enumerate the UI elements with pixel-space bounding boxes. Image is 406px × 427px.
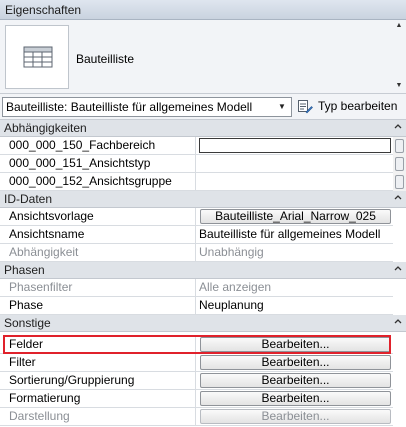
schedule-table-icon — [5, 25, 69, 89]
property-name: Sortierung/Gruppierung — [0, 372, 196, 389]
instance-dropdown[interactable]: Bauteilliste: Bauteilliste für allgemein… — [2, 97, 292, 117]
property-value: Alle anzeigen — [199, 280, 272, 294]
property-name: Ansichtsvorlage — [0, 208, 196, 225]
chevron-down-icon[interactable]: ▼ — [275, 100, 289, 114]
row-scrollbar-thumb[interactable] — [395, 175, 404, 189]
group-header-other[interactable]: Sonstige — [0, 315, 406, 332]
properties-grid: Abhängigkeiten 000_000_150_Fachbereich 0… — [0, 120, 406, 427]
property-name: Filter — [0, 354, 196, 371]
property-name: Felder — [0, 336, 196, 353]
row-scrollbar-thumb[interactable] — [395, 139, 404, 153]
property-row: Darstellung Bearbeiten... — [0, 408, 393, 426]
type-name: Bauteilliste — [76, 52, 135, 66]
group-label: Phasen — [4, 263, 45, 277]
property-row[interactable]: Ansichtsvorlage Bauteilliste_Arial_Narro… — [0, 208, 393, 226]
property-value[interactable]: Neuplanung — [196, 297, 393, 314]
type-selector-panel[interactable]: Bauteilliste ▲ ▼ — [0, 20, 406, 94]
property-row: Phasenfilter Alle anzeigen — [0, 279, 393, 297]
appearance-edit-button: Bearbeiten... — [200, 409, 391, 424]
property-row[interactable]: 000_000_150_Fachbereich — [0, 137, 393, 155]
type-selector-scrollbar[interactable]: ▲ ▼ — [394, 22, 404, 90]
instance-dropdown-value: Bauteilliste: Bauteilliste für allgemein… — [6, 100, 253, 114]
property-name: Phasenfilter — [0, 279, 196, 296]
scroll-up-icon[interactable]: ▲ — [394, 22, 404, 30]
group-header-phasing[interactable]: Phasen — [0, 262, 406, 279]
collapse-chevron-icon[interactable] — [394, 318, 402, 326]
property-row[interactable]: Phase Neuplanung — [0, 297, 393, 315]
sorting-grouping-edit-button[interactable]: Bearbeiten... — [200, 373, 391, 388]
property-name: Abhängigkeit — [0, 244, 196, 261]
collapse-chevron-icon[interactable] — [394, 265, 402, 273]
property-value-input[interactable] — [199, 138, 391, 153]
edit-type-icon — [298, 100, 313, 114]
property-row[interactable]: Formatierung Bearbeiten... — [0, 390, 393, 408]
property-name: Darstellung — [0, 408, 196, 425]
collapse-chevron-icon[interactable] — [394, 194, 402, 202]
fields-edit-button[interactable]: Bearbeiten... — [200, 337, 391, 352]
property-value[interactable] — [196, 173, 393, 190]
property-row[interactable]: Felder Bearbeiten... — [0, 336, 393, 354]
property-row[interactable]: Sortierung/Gruppierung Bearbeiten... — [0, 372, 393, 390]
property-row[interactable]: Filter Bearbeiten... — [0, 354, 393, 372]
property-name: Phase — [0, 297, 196, 314]
group-header-dependencies[interactable]: Abhängigkeiten — [0, 120, 406, 137]
property-name: 000_000_152_Ansichtsgruppe — [0, 173, 196, 190]
edit-type-button[interactable]: Typ bearbeiten — [297, 97, 403, 117]
properties-titlebar: Eigenschaften — [0, 0, 406, 20]
collapse-chevron-icon[interactable] — [394, 123, 402, 131]
group-label: Abhängigkeiten — [4, 121, 87, 135]
property-value[interactable] — [196, 155, 393, 172]
property-value[interactable]: Bauteilliste für allgemeines Modell — [196, 226, 393, 243]
property-row: Abhängigkeit Unabhängig — [0, 244, 393, 262]
group-label: ID-Daten — [4, 192, 53, 206]
property-name: Formatierung — [0, 390, 196, 407]
property-row[interactable]: 000_000_151_Ansichtstyp — [0, 155, 393, 173]
property-name: 000_000_151_Ansichtstyp — [0, 155, 196, 172]
property-name: Ansichtsname — [0, 226, 196, 243]
filter-edit-button[interactable]: Bearbeiten... — [200, 355, 391, 370]
property-row[interactable]: 000_000_152_Ansichtsgruppe — [0, 173, 393, 191]
property-name: 000_000_150_Fachbereich — [0, 137, 196, 154]
scroll-down-icon[interactable]: ▼ — [394, 82, 404, 90]
group-header-identity[interactable]: ID-Daten — [0, 191, 406, 208]
instance-selector-row: Bauteilliste: Bauteilliste für allgemein… — [0, 94, 406, 120]
view-template-button[interactable]: Bauteilliste_Arial_Narrow_025 — [200, 209, 391, 224]
property-value: Unabhängig — [199, 245, 264, 259]
group-label: Sonstige — [4, 316, 51, 330]
panel-title: Eigenschaften — [5, 3, 82, 17]
formatting-edit-button[interactable]: Bearbeiten... — [200, 391, 391, 406]
property-row[interactable]: Ansichtsname Bauteilliste für allgemeine… — [0, 226, 393, 244]
row-scrollbar-thumb[interactable] — [395, 157, 404, 171]
edit-type-label: Typ bearbeiten — [318, 99, 398, 113]
